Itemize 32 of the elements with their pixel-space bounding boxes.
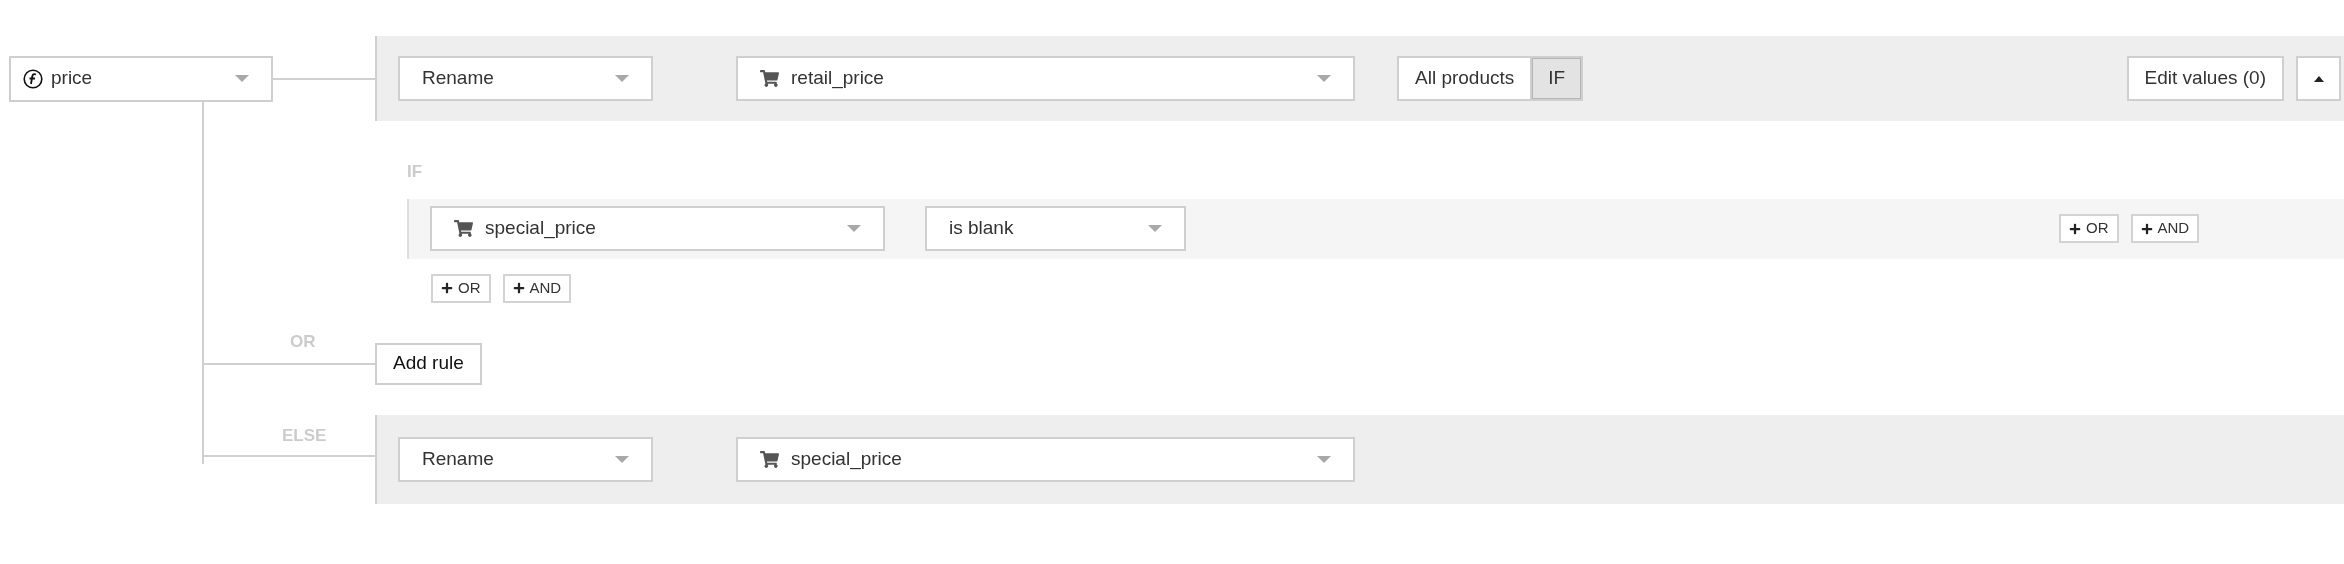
plus-icon <box>2069 222 2081 235</box>
plus-icon <box>2140 222 2153 235</box>
target-select[interactable]: retail_price <box>736 56 1355 101</box>
cart-icon <box>760 70 779 87</box>
scope-toggle[interactable]: IF <box>1530 58 1582 99</box>
collapse-button[interactable] <box>2296 56 2341 101</box>
action-select[interactable]: Rename <box>398 56 653 101</box>
caret-icon <box>615 75 629 82</box>
caret-icon <box>1317 75 1331 82</box>
caret-icon <box>1317 455 1331 463</box>
operator-select[interactable]: is blank <box>925 206 1186 251</box>
add-condition-button[interactable]: OR <box>431 273 491 303</box>
cart-icon <box>454 220 473 237</box>
caret-icon <box>1148 225 1162 232</box>
function-icon <box>23 68 43 89</box>
action-select[interactable]: Rename <box>398 436 653 482</box>
add-condition-button[interactable]: AND <box>2130 214 2200 243</box>
field-select[interactable]: price <box>9 55 273 102</box>
add-rule-button[interactable]: Add rule <box>375 342 482 385</box>
caret-icon <box>615 455 629 463</box>
cart-icon <box>760 450 779 468</box>
triangle-up-icon <box>2313 75 2324 82</box>
scope-toggle[interactable]: All products <box>1399 58 1531 99</box>
edit-values-button[interactable]: Edit values (0) <box>2126 56 2284 101</box>
caret-icon <box>847 225 861 232</box>
target-select[interactable]: special_price <box>736 436 1355 482</box>
add-condition-button[interactable]: OR <box>2059 214 2119 243</box>
caret-icon <box>235 75 249 82</box>
plus-icon <box>512 282 525 294</box>
add-condition-button[interactable]: AND <box>502 273 572 303</box>
plus-icon <box>441 282 453 294</box>
condition-field-select[interactable]: special_price <box>430 206 885 251</box>
